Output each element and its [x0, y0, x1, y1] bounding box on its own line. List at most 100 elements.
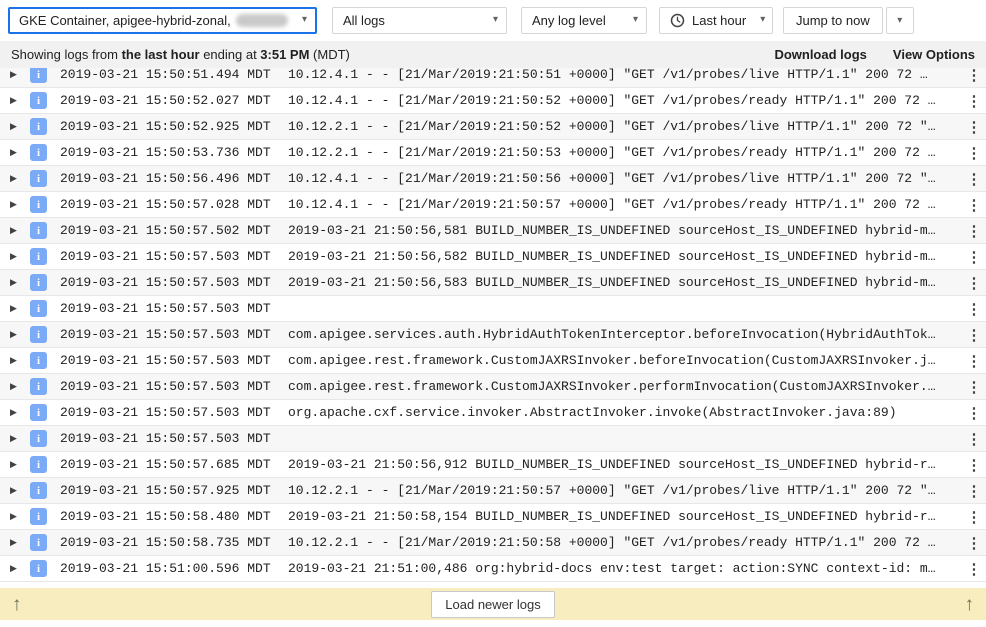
log-row[interactable]: ▶ i 2019-03-21 15:50:56.496 MDT 10.12.4.…	[0, 166, 986, 192]
expand-arrow-icon[interactable]: ▶	[7, 225, 20, 236]
info-severity-icon: i	[30, 196, 47, 213]
log-row[interactable]: ▶ i 2019-03-21 15:50:52.027 MDT 10.12.4.…	[0, 88, 986, 114]
logs-filter-dropdown[interactable]: All logs ▾	[332, 7, 507, 34]
expand-arrow-icon[interactable]: ▶	[7, 199, 20, 210]
expand-arrow-icon[interactable]: ▶	[7, 251, 20, 262]
log-level-dropdown[interactable]: Any log level ▾	[521, 7, 647, 34]
log-row[interactable]: ▶ i 2019-03-21 15:50:57.925 MDT 10.12.2.…	[0, 478, 986, 504]
log-row[interactable]: ▶ i 2019-03-21 15:50:52.925 MDT 10.12.2.…	[0, 114, 986, 140]
row-overflow-menu-icon[interactable]: ⋮	[962, 300, 986, 318]
row-overflow-menu-icon[interactable]: ⋮	[962, 118, 986, 136]
info-severity-icon: i	[30, 352, 47, 369]
log-row[interactable]: ▶ i 2019-03-21 15:50:57.502 MDT 2019-03-…	[0, 218, 986, 244]
log-row[interactable]: ▶ i 2019-03-21 15:51:00.596 MDT 2019-03-…	[0, 556, 986, 582]
log-row[interactable]: ▶ i 2019-03-21 15:50:57.503 MDT com.apig…	[0, 374, 986, 400]
row-overflow-menu-icon[interactable]: ⋮	[962, 404, 986, 422]
expand-arrow-icon[interactable]: ▶	[7, 147, 20, 158]
jump-to-now-split-button: Jump to now ▾	[783, 7, 914, 34]
expand-arrow-icon[interactable]: ▶	[7, 329, 20, 340]
log-timestamp: 2019-03-21 15:50:52.027 MDT	[60, 93, 279, 108]
row-overflow-menu-icon[interactable]: ⋮	[962, 170, 986, 188]
expand-arrow-icon[interactable]: ▶	[7, 407, 20, 418]
resource-selector-dropdown[interactable]: GKE Container, apigee-hybrid-zonal, ▾	[8, 7, 317, 34]
log-timestamp: 2019-03-21 15:50:57.503 MDT	[60, 327, 279, 342]
time-range-dropdown[interactable]: Last hour ▾	[659, 7, 773, 34]
row-overflow-menu-icon[interactable]: ⋮	[962, 196, 986, 214]
jump-to-now-button[interactable]: Jump to now	[783, 7, 883, 34]
expand-arrow-icon[interactable]: ▶	[7, 173, 20, 184]
log-timestamp: 2019-03-21 15:50:58.735 MDT	[60, 535, 279, 550]
log-row[interactable]: ▶ i 2019-03-21 15:50:53.736 MDT 10.12.2.…	[0, 140, 986, 166]
expand-arrow-icon[interactable]: ▶	[7, 485, 20, 496]
log-row[interactable]: ▶ i 2019-03-21 15:50:57.503 MDT 2019-03-…	[0, 270, 986, 296]
row-overflow-menu-icon[interactable]: ⋮	[962, 430, 986, 448]
row-overflow-menu-icon[interactable]: ⋮	[962, 482, 986, 500]
log-message: 2019-03-21 21:50:56,912 BUILD_NUMBER_IS_…	[288, 457, 962, 472]
expand-arrow-icon[interactable]: ▶	[7, 277, 20, 288]
log-timestamp: 2019-03-21 15:50:57.503 MDT	[60, 405, 279, 420]
log-message: 2019-03-21 21:50:58,154 BUILD_NUMBER_IS_…	[288, 509, 962, 524]
chevron-down-icon: ▾	[288, 15, 307, 25]
status-bar: Showing logs from the last hour ending a…	[0, 41, 986, 68]
load-newer-logs-button[interactable]: Load newer logs	[431, 591, 554, 618]
log-timestamp: 2019-03-21 15:50:57.503 MDT	[60, 353, 279, 368]
row-overflow-menu-icon[interactable]: ⋮	[962, 534, 986, 552]
log-row[interactable]: ▶ i 2019-03-21 15:50:57.685 MDT 2019-03-…	[0, 452, 986, 478]
row-overflow-menu-icon[interactable]: ⋮	[962, 222, 986, 240]
row-overflow-menu-icon[interactable]: ⋮	[962, 92, 986, 110]
row-overflow-menu-icon[interactable]: ⋮	[962, 274, 986, 292]
expand-arrow-icon[interactable]: ▶	[7, 511, 20, 522]
log-row[interactable]: ▶ i 2019-03-21 15:50:57.028 MDT 10.12.4.…	[0, 192, 986, 218]
expand-arrow-icon[interactable]: ▶	[7, 459, 20, 470]
log-row[interactable]: ▶ i 2019-03-21 15:50:57.503 MDT com.apig…	[0, 322, 986, 348]
row-overflow-menu-icon[interactable]: ⋮	[962, 326, 986, 344]
info-severity-icon: i	[30, 170, 47, 187]
row-overflow-menu-icon[interactable]: ⋮	[962, 68, 986, 84]
log-row[interactable]: ▶ i 2019-03-21 15:50:58.735 MDT 10.12.2.…	[0, 530, 986, 556]
expand-arrow-icon[interactable]: ▶	[7, 69, 20, 80]
download-logs-button[interactable]: Download logs	[774, 47, 866, 62]
scroll-to-top-arrow-icon[interactable]: ↑	[965, 595, 975, 614]
expand-arrow-icon[interactable]: ▶	[7, 433, 20, 444]
log-timestamp: 2019-03-21 15:50:57.685 MDT	[60, 457, 279, 472]
expand-arrow-icon[interactable]: ▶	[7, 95, 20, 106]
info-severity-icon: i	[30, 430, 47, 447]
log-row[interactable]: ▶ i 2019-03-21 15:50:57.503 MDT 2019-03-…	[0, 244, 986, 270]
row-overflow-menu-icon[interactable]: ⋮	[962, 144, 986, 162]
log-row[interactable]: ▶ i 2019-03-21 15:50:57.503 MDT org.apac…	[0, 400, 986, 426]
row-overflow-menu-icon[interactable]: ⋮	[962, 508, 986, 526]
log-row[interactable]: ▶ i 2019-03-21 15:50:57.503 MDT ⋮	[0, 296, 986, 322]
expand-arrow-icon[interactable]: ▶	[7, 563, 20, 574]
expand-arrow-icon[interactable]: ▶	[7, 537, 20, 548]
log-timestamp: 2019-03-21 15:50:58.480 MDT	[60, 509, 279, 524]
row-overflow-menu-icon[interactable]: ⋮	[962, 248, 986, 266]
view-options-button[interactable]: View Options	[893, 47, 975, 62]
log-row[interactable]: ▶ i 2019-03-21 15:50:58.480 MDT 2019-03-…	[0, 504, 986, 530]
status-suffix: (MDT)	[309, 47, 349, 62]
info-severity-icon: i	[30, 248, 47, 265]
chevron-down-icon: ▾	[619, 15, 638, 25]
jump-to-now-menu-button[interactable]: ▾	[886, 7, 914, 34]
newer-logs-bar: ↑ Load newer logs ↑	[0, 588, 986, 620]
info-severity-icon: i	[30, 534, 47, 551]
expand-arrow-icon[interactable]: ▶	[7, 121, 20, 132]
info-severity-icon: i	[30, 456, 47, 473]
scroll-to-top-arrow-icon[interactable]: ↑	[12, 595, 22, 614]
row-overflow-menu-icon[interactable]: ⋮	[962, 456, 986, 474]
row-overflow-menu-icon[interactable]: ⋮	[962, 560, 986, 578]
expand-arrow-icon[interactable]: ▶	[7, 355, 20, 366]
log-row[interactable]: ▶ i 2019-03-21 15:50:57.503 MDT ⋮	[0, 426, 986, 452]
status-text: Showing logs from the last hour ending a…	[11, 47, 350, 62]
status-range: the last hour	[122, 47, 200, 62]
log-message: 2019-03-21 21:50:56,583 BUILD_NUMBER_IS_…	[288, 275, 962, 290]
info-severity-icon: i	[30, 300, 47, 317]
expand-arrow-icon[interactable]: ▶	[7, 381, 20, 392]
row-overflow-menu-icon[interactable]: ⋮	[962, 352, 986, 370]
redacted-cluster-name	[236, 14, 288, 27]
log-row[interactable]: ▶ i 2019-03-21 15:50:51.494 MDT 10.12.4.…	[0, 68, 986, 88]
row-overflow-menu-icon[interactable]: ⋮	[962, 378, 986, 396]
expand-arrow-icon[interactable]: ▶	[7, 303, 20, 314]
log-timestamp: 2019-03-21 15:50:57.028 MDT	[60, 197, 279, 212]
log-message: com.apigee.rest.framework.CustomJAXRSInv…	[288, 353, 962, 368]
log-row[interactable]: ▶ i 2019-03-21 15:50:57.503 MDT com.apig…	[0, 348, 986, 374]
